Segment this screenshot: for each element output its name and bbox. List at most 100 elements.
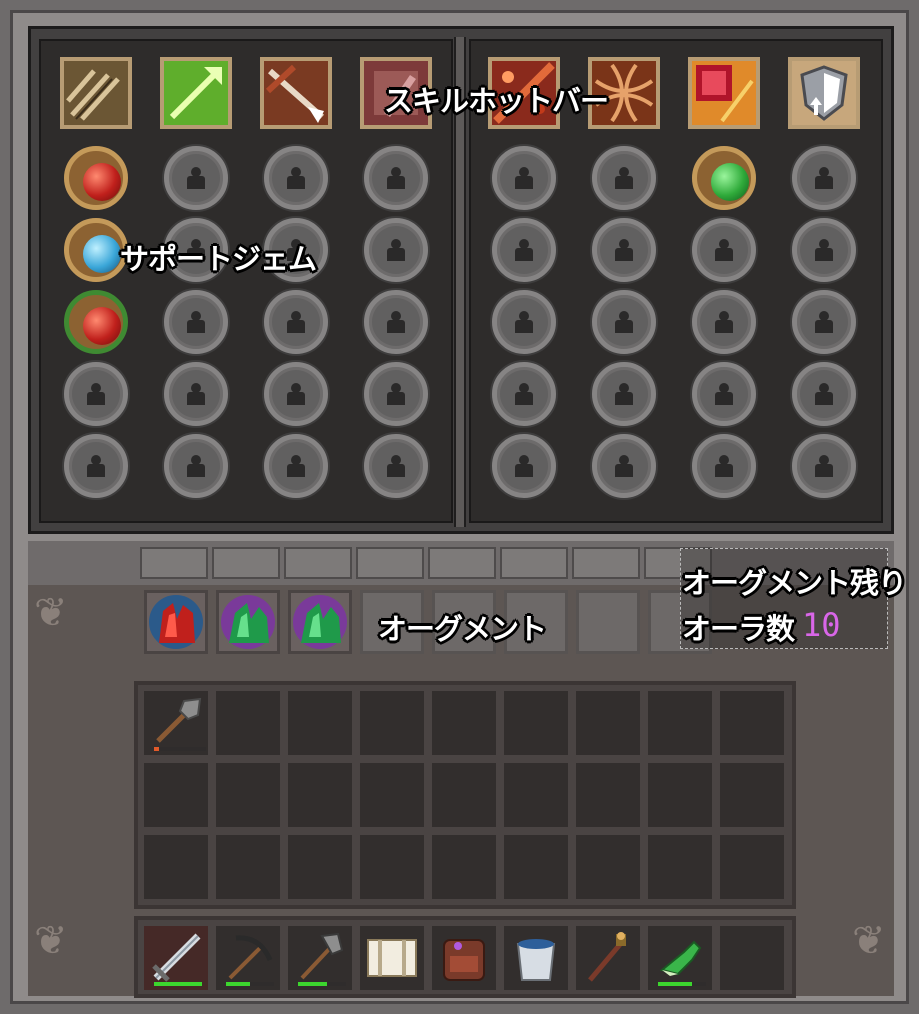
empty-gem-slot[interactable] <box>692 218 756 282</box>
inventory-slot[interactable] <box>286 761 354 829</box>
empty-gem-slot[interactable] <box>692 434 756 498</box>
empty-gem-slot[interactable] <box>592 434 656 498</box>
corner-ornament-bottom-right: ❦ <box>852 918 886 964</box>
hotbar-slot[interactable] <box>718 924 786 992</box>
lock-icon <box>515 167 533 189</box>
empty-gem-slot[interactable] <box>692 290 756 354</box>
lock-icon <box>815 167 833 189</box>
empty-gem-slot[interactable] <box>692 362 756 426</box>
empty-gem-slot[interactable] <box>364 146 428 210</box>
augment-slot[interactable] <box>288 590 352 654</box>
empty-gem-slot[interactable] <box>364 434 428 498</box>
empty-gem-slot[interactable] <box>592 362 656 426</box>
support-gem-label: サポートジェム <box>120 242 317 276</box>
inventory-slot[interactable] <box>502 761 570 829</box>
inventory-slot[interactable] <box>718 761 786 829</box>
augment-slot[interactable] <box>216 590 280 654</box>
inventory-slot[interactable] <box>718 689 786 757</box>
empty-gem-slot[interactable] <box>792 362 856 426</box>
augment-slot-empty[interactable] <box>576 590 640 654</box>
inventory-slot[interactable] <box>286 689 354 757</box>
empty-gem-slot[interactable] <box>164 146 228 210</box>
augment-slot[interactable] <box>144 590 208 654</box>
red-crystal-augment-icon <box>149 595 203 649</box>
red-gem-socket[interactable] <box>64 146 128 210</box>
empty-gem-slot[interactable] <box>592 146 656 210</box>
lock-icon <box>715 383 733 405</box>
lock-icon <box>715 239 733 261</box>
empty-gem-slot[interactable] <box>492 146 556 210</box>
empty-gem-slot[interactable] <box>492 290 556 354</box>
empty-gem-slot[interactable] <box>364 362 428 426</box>
aura-count-value: 10 <box>802 606 841 644</box>
multi-arrow-skill-icon[interactable] <box>60 57 132 129</box>
empty-gem-slot[interactable] <box>792 146 856 210</box>
hotbar-slot[interactable] <box>574 924 642 992</box>
empty-gem-slot[interactable] <box>364 218 428 282</box>
lock-icon <box>187 383 205 405</box>
inventory-slot[interactable] <box>430 689 498 757</box>
empty-gem-slot[interactable] <box>792 434 856 498</box>
lock-icon <box>87 455 105 477</box>
empty-gem-slot[interactable] <box>492 434 556 498</box>
inventory-slot[interactable] <box>574 761 642 829</box>
empty-gem-slot[interactable] <box>592 218 656 282</box>
empty-gem-slot[interactable] <box>264 362 328 426</box>
inventory-slot[interactable] <box>142 761 210 829</box>
inventory-slot[interactable] <box>358 833 426 901</box>
inventory-slot[interactable] <box>358 689 426 757</box>
hotbar-slot[interactable] <box>286 924 354 992</box>
hotbar-slot[interactable] <box>646 924 714 992</box>
red-gem-socket-green-rim[interactable] <box>64 290 128 354</box>
empty-gem-slot[interactable] <box>792 218 856 282</box>
hotbar-slot[interactable] <box>214 924 282 992</box>
green-arrow-skill-icon[interactable] <box>160 57 232 129</box>
crimson-strike-skill-icon[interactable] <box>688 57 760 129</box>
shield-up-skill-icon[interactable] <box>788 57 860 129</box>
inventory-slot[interactable] <box>430 761 498 829</box>
torch-staff-icon <box>576 926 640 994</box>
empty-gem-slot[interactable] <box>164 434 228 498</box>
green-gem-socket[interactable] <box>692 146 756 210</box>
inventory-slot[interactable] <box>430 833 498 901</box>
empty-gem-slot[interactable] <box>264 434 328 498</box>
inventory-slot[interactable] <box>214 761 282 829</box>
hotbar-slot[interactable] <box>502 924 570 992</box>
inventory-slot[interactable] <box>502 833 570 901</box>
blue-gem-socket[interactable] <box>64 218 128 282</box>
empty-gem-slot[interactable] <box>364 290 428 354</box>
lock-icon <box>515 239 533 261</box>
hotbar-slot[interactable] <box>430 924 498 992</box>
inventory-slot[interactable] <box>718 833 786 901</box>
empty-gem-slot[interactable] <box>492 218 556 282</box>
empty-gem-slot[interactable] <box>264 146 328 210</box>
hotbar-slot[interactable] <box>142 924 210 992</box>
inventory-slot[interactable] <box>142 833 210 901</box>
inventory-slot[interactable] <box>142 689 210 757</box>
empty-gem-slot[interactable] <box>492 362 556 426</box>
empty-gem-slot[interactable] <box>164 362 228 426</box>
inventory-slot[interactable] <box>574 833 642 901</box>
lock-icon <box>187 311 205 333</box>
water-bucket-icon <box>504 926 568 994</box>
empty-gem-slot[interactable] <box>164 290 228 354</box>
inventory-slot[interactable] <box>646 761 714 829</box>
empty-gem-slot[interactable] <box>64 362 128 426</box>
lock-icon <box>615 455 633 477</box>
empty-gem-slot[interactable] <box>592 290 656 354</box>
piercing-arrow-skill-icon[interactable] <box>260 57 332 129</box>
empty-gem-slot[interactable] <box>264 290 328 354</box>
backpack-icon <box>432 926 496 994</box>
green-crystal-augment-icon <box>293 595 347 649</box>
empty-gem-slot[interactable] <box>64 434 128 498</box>
inventory-slot[interactable] <box>214 689 282 757</box>
inventory-slot[interactable] <box>646 833 714 901</box>
inventory-slot[interactable] <box>214 833 282 901</box>
inventory-slot[interactable] <box>574 689 642 757</box>
inventory-slot[interactable] <box>502 689 570 757</box>
empty-gem-slot[interactable] <box>792 290 856 354</box>
inventory-slot[interactable] <box>286 833 354 901</box>
hotbar-slot[interactable] <box>358 924 426 992</box>
inventory-slot[interactable] <box>358 761 426 829</box>
inventory-slot[interactable] <box>646 689 714 757</box>
